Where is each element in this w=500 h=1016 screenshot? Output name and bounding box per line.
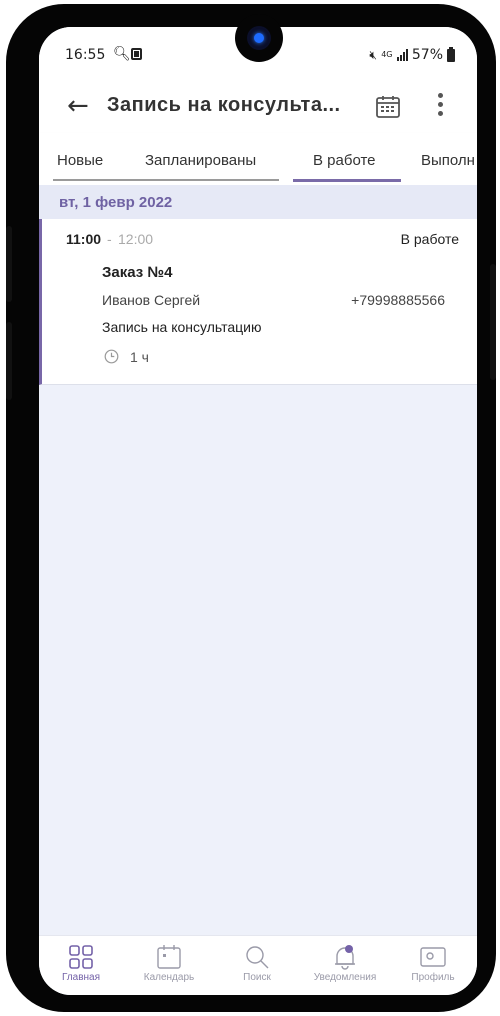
status-time: 16:55 bbox=[65, 47, 106, 63]
battery-icon bbox=[447, 46, 455, 62]
client-phone: +79998885566 bbox=[351, 292, 445, 308]
time-start: 11:00 bbox=[66, 231, 102, 247]
app-bar: ← Запись на консульта... bbox=[39, 79, 477, 133]
arrow-left-icon[interactable]: ← bbox=[67, 91, 89, 121]
time-end: 12:00 bbox=[118, 231, 154, 247]
duration: 1 ч bbox=[130, 349, 149, 365]
tab-in-progress[interactable]: В работе bbox=[313, 152, 376, 169]
search-icon: 🔍︎ bbox=[113, 46, 131, 62]
page-title: Запись на консульта... bbox=[107, 94, 341, 116]
camera-lens bbox=[247, 26, 271, 50]
active-tab-indicator bbox=[293, 179, 401, 182]
clock-icon bbox=[104, 349, 119, 364]
network-type: 4G bbox=[381, 50, 393, 59]
search-icon bbox=[246, 946, 269, 969]
power-button bbox=[490, 264, 496, 380]
nav-search[interactable]: Поиск bbox=[217, 936, 297, 995]
bell-icon bbox=[335, 945, 355, 970]
service-name: Запись на консультацию bbox=[102, 319, 262, 335]
nav-notifications[interactable]: Уведомления bbox=[305, 936, 385, 995]
home-grid-icon bbox=[69, 945, 93, 969]
tab-divider bbox=[53, 179, 279, 181]
status-right: 🔇︎ 4G 57% bbox=[369, 46, 455, 63]
nav-notifications-label: Уведомления bbox=[313, 972, 377, 983]
tab-new[interactable]: Новые bbox=[57, 152, 103, 169]
date-group-header: вт, 1 февр 2022 bbox=[39, 185, 477, 219]
nav-calendar[interactable]: Календарь bbox=[129, 936, 209, 995]
tab-bar: Новые Запланированы В работе Выполн bbox=[39, 133, 477, 185]
nav-calendar-label: Календарь bbox=[143, 972, 195, 983]
screen: 16:55 🔍︎ 🔇︎ 4G 57% ← Запись на консульта… bbox=[39, 27, 477, 995]
profile-card-icon bbox=[420, 947, 446, 967]
notification-icon bbox=[131, 48, 142, 60]
volume-button bbox=[6, 226, 12, 302]
date-label: вт, 1 февр 2022 bbox=[59, 194, 173, 211]
signal-icon bbox=[396, 49, 408, 61]
mute-icon: 🔇︎ bbox=[369, 47, 377, 62]
calendar-icon bbox=[157, 945, 181, 969]
nav-profile-label: Профиль bbox=[411, 972, 455, 983]
client-name: Иванов Сергей bbox=[102, 292, 201, 308]
tab-scheduled[interactable]: Запланированы bbox=[145, 152, 256, 169]
camera-notch bbox=[235, 14, 283, 62]
status-badge: В работе bbox=[400, 231, 459, 247]
bottom-navigation: Главная Календарь Поиск Уведомления Проф… bbox=[39, 935, 477, 995]
nav-home-label: Главная bbox=[61, 972, 101, 983]
order-title: Заказ №4 bbox=[102, 264, 173, 281]
calendar-icon[interactable] bbox=[375, 95, 401, 119]
tab-completed[interactable]: Выполн bbox=[421, 152, 475, 169]
time-separator: - bbox=[107, 231, 112, 247]
nav-profile[interactable]: Профиль bbox=[393, 936, 473, 995]
side-button bbox=[6, 322, 12, 400]
nav-home[interactable]: Главная bbox=[41, 936, 121, 995]
nav-search-label: Поиск bbox=[243, 972, 271, 983]
more-vertical-icon[interactable] bbox=[437, 93, 445, 119]
battery-level: 57% bbox=[411, 47, 443, 63]
order-card[interactable]: 11:00 - 12:00 В работе Заказ №4 Иванов С… bbox=[39, 219, 477, 385]
phone-frame: 16:55 🔍︎ 🔇︎ 4G 57% ← Запись на консульта… bbox=[6, 4, 496, 1012]
